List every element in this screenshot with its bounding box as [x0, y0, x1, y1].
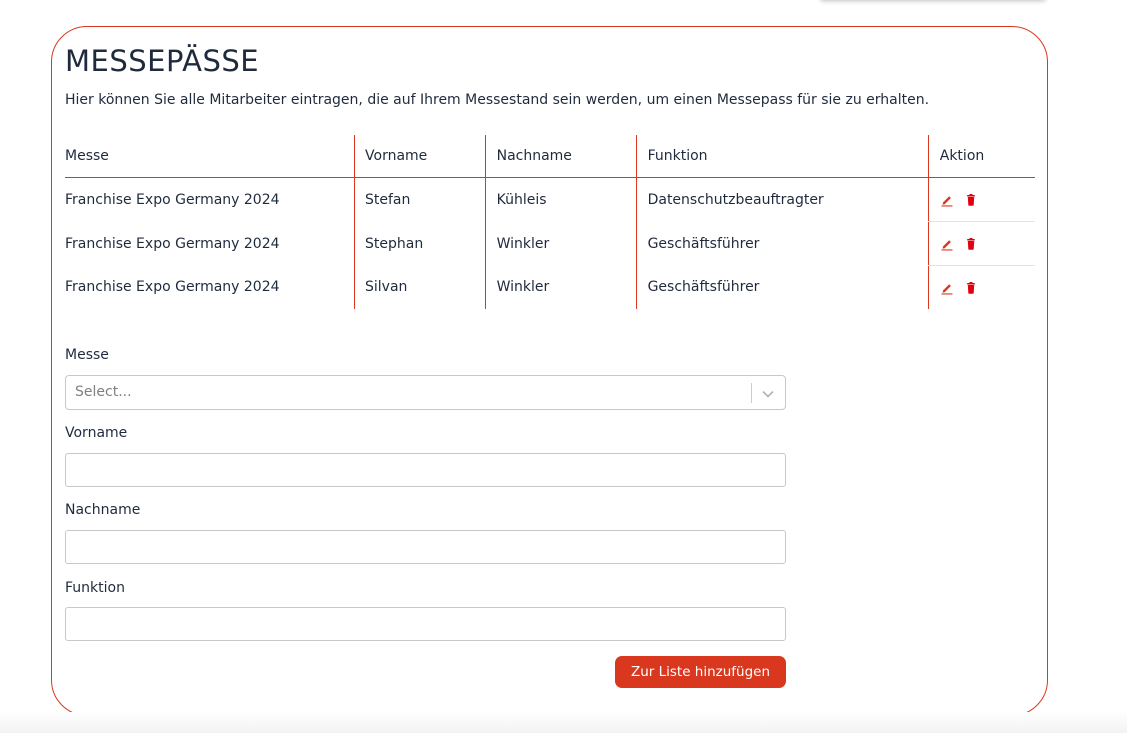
passes-table: Messe Vorname Nachname Funktion Aktion F…	[65, 135, 1035, 309]
column-header-nachname: Nachname	[484, 135, 637, 178]
cell-funktion: Geschäftsführer	[635, 221, 929, 266]
table-header-row: Messe Vorname Nachname Funktion Aktion	[65, 135, 1035, 178]
table-row: Franchise Expo Germany 2024 Stefan Kühle…	[65, 177, 1035, 222]
cell-aktion	[927, 221, 1035, 266]
messe-select-placeholder: Select...	[75, 384, 132, 400]
trash-icon[interactable]	[964, 281, 978, 295]
funktion-field[interactable]	[65, 607, 786, 641]
cell-nachname: Winkler	[484, 265, 637, 309]
column-header-funktion: Funktion	[635, 135, 929, 178]
cell-nachname: Kühleis	[484, 177, 637, 222]
column-header-aktion: Aktion	[927, 135, 1035, 178]
select-divider	[751, 383, 752, 403]
edit-icon[interactable]	[940, 237, 954, 251]
cell-aktion	[927, 177, 1035, 222]
add-to-list-button[interactable]: Zur Liste hinzufügen	[615, 656, 786, 688]
cell-vorname: Stephan	[354, 221, 486, 266]
cell-vorname: Stefan	[354, 177, 486, 222]
cell-nachname: Winkler	[484, 221, 637, 266]
cell-vorname: Silvan	[354, 265, 486, 309]
column-header-messe: Messe	[65, 135, 355, 178]
cell-messe: Franchise Expo Germany 2024	[65, 279, 280, 296]
trash-icon[interactable]	[964, 237, 978, 251]
edit-icon[interactable]	[940, 281, 954, 295]
chevron-down-icon[interactable]	[761, 386, 775, 400]
page-title: MESSEPÄSSE	[65, 44, 260, 78]
intro-text: Hier können Sie alle Mitarbeiter eintrag…	[65, 92, 930, 108]
column-header-vorname: Vorname	[354, 135, 486, 178]
cell-funktion: Geschäftsführer	[635, 265, 929, 309]
messe-select[interactable]: Select...	[65, 375, 786, 410]
bottom-fade	[0, 712, 1127, 733]
vorname-field[interactable]	[65, 453, 786, 487]
trash-icon[interactable]	[964, 193, 978, 207]
nachname-label: Nachname	[65, 502, 141, 518]
cell-messe: Franchise Expo Germany 2024	[65, 235, 280, 252]
funktion-label: Funktion	[65, 580, 125, 596]
table-row: Franchise Expo Germany 2024 Silvan Winkl…	[65, 265, 1035, 309]
cell-funktion: Datenschutzbeauftragter	[635, 177, 929, 222]
edit-icon[interactable]	[940, 193, 954, 207]
nachname-field[interactable]	[65, 530, 786, 564]
cell-messe: Franchise Expo Germany 2024	[65, 191, 280, 208]
table-row: Franchise Expo Germany 2024 Stephan Wink…	[65, 221, 1035, 266]
cell-aktion	[927, 265, 1035, 309]
messe-label: Messe	[65, 347, 109, 363]
vorname-label: Vorname	[65, 425, 128, 441]
